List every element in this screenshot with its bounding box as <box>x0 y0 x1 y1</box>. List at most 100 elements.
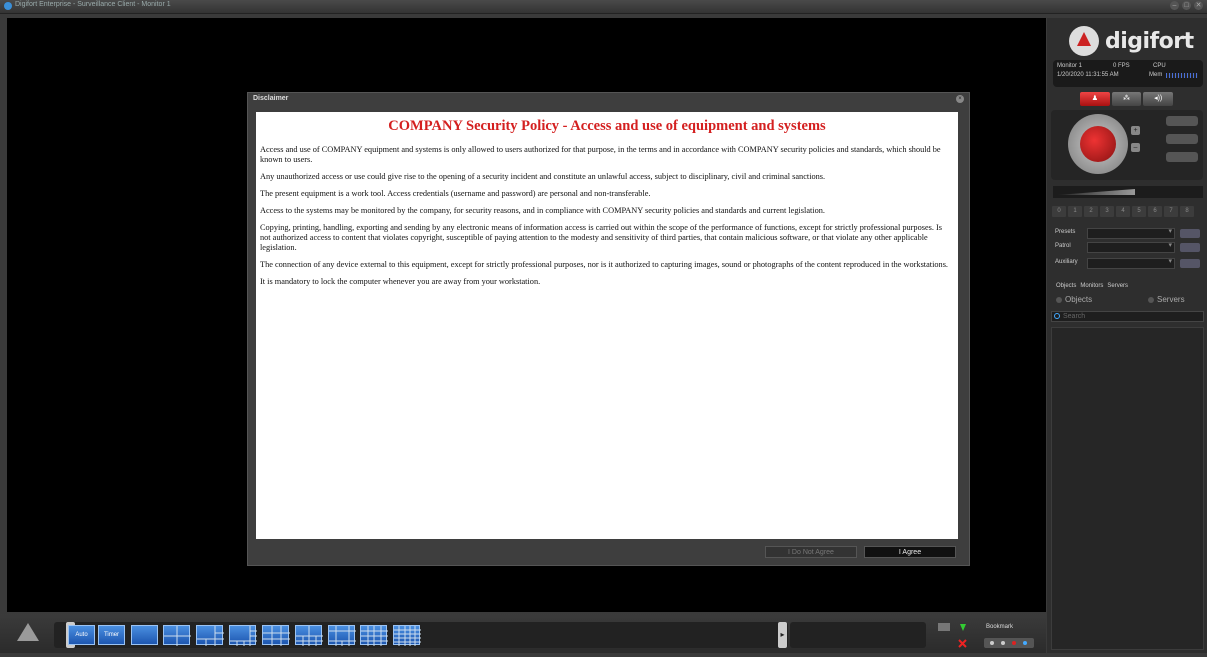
preset-button[interactable]: 3 <box>1100 206 1114 217</box>
patrol-label: Patrol <box>1055 243 1071 249</box>
scroll-right-button[interactable]: ▸ <box>778 622 787 648</box>
grid-2plus8-icon <box>296 626 323 646</box>
grid-3x3-icon <box>263 626 290 646</box>
layout-1plus5-button[interactable] <box>196 625 224 646</box>
window-titlebar: Digifort Enterprise - Surveillance Clien… <box>0 0 1207 14</box>
minimize-button[interactable]: – <box>1170 1 1179 10</box>
radio-servers[interactable]: Servers <box>1148 295 1185 304</box>
status-box <box>790 622 926 648</box>
layout-1plus7-button[interactable] <box>229 625 257 646</box>
speed-slider-fill <box>1057 189 1135 195</box>
dialog-content: COMPANY Security Policy - Access and use… <box>256 112 958 539</box>
auxiliary-label: Auxiliary <box>1055 259 1078 265</box>
zoom-in-button[interactable]: + <box>1131 126 1140 135</box>
layout-auto-button[interactable]: Auto <box>68 625 95 645</box>
tab-objects[interactable]: Objects <box>1056 283 1076 289</box>
focus-control[interactable] <box>1166 116 1198 126</box>
monitor-info-box: Monitor 1 0 FPS CPU 1/20/2020 11:31:55 A… <box>1053 60 1203 87</box>
grid-1plus5-icon <box>197 626 224 646</box>
cpu-label: CPU <box>1153 63 1166 69</box>
search-placeholder: Search <box>1063 313 1086 320</box>
layout-4x4-button[interactable] <box>360 625 388 646</box>
agree-button[interactable]: I Agree <box>864 546 956 558</box>
auxiliary-row: Auxiliary <box>1052 257 1204 269</box>
tab-servers[interactable]: Servers <box>1107 283 1128 289</box>
layout-2x2-button[interactable] <box>163 625 191 646</box>
object-tree[interactable] <box>1051 327 1204 650</box>
ptz-control-block: + – <box>1051 110 1203 180</box>
presets-row: Presets <box>1052 227 1204 239</box>
patrol-select[interactable] <box>1087 241 1175 253</box>
ptz-joystick[interactable] <box>1068 114 1128 174</box>
zoom-out-button[interactable]: – <box>1131 143 1140 152</box>
layout-3x3-button[interactable] <box>262 625 290 646</box>
policy-heading: COMPANY Security Policy - Access and use… <box>388 118 826 134</box>
patrol-action-buttons[interactable] <box>1180 243 1200 252</box>
app-icon <box>4 2 12 10</box>
policy-paragraph: The connection of any device external to… <box>260 260 948 269</box>
disagree-button[interactable]: I Do Not Agree <box>765 546 857 558</box>
presets-label: Presets <box>1055 229 1076 235</box>
dialog-title: Disclaimer <box>253 95 289 102</box>
layout-2plus8-button[interactable] <box>295 625 323 646</box>
policy-paragraph: Any unauthorized access or use could giv… <box>260 172 826 181</box>
right-panel: digifort Monitor 1 0 FPS CPU 1/20/2020 1… <box>1047 18 1207 653</box>
grid-1plus7-icon <box>230 626 257 646</box>
preset-button[interactable]: 6 <box>1148 206 1162 217</box>
auxiliary-select[interactable] <box>1087 257 1175 269</box>
monitor-name: Monitor 1 <box>1057 63 1083 69</box>
radio-objects[interactable]: Objects <box>1056 295 1092 304</box>
preset-button[interactable]: 4 <box>1116 206 1130 217</box>
search-icon <box>1054 313 1060 319</box>
object-tabs: Objects Monitors Servers <box>1056 283 1128 289</box>
dialog-close-icon[interactable]: × <box>956 95 964 103</box>
window-controls: – □ ✕ <box>1170 1 1203 10</box>
radio-servers-label: Servers <box>1157 295 1185 304</box>
policy-paragraph: Access to the systems may be monitored b… <box>260 206 825 215</box>
disclaimer-dialog: Disclaimer × COMPANY Security Policy - A… <box>247 92 970 566</box>
presets-action-buttons[interactable] <box>1180 229 1200 238</box>
object-type-radios: Objects Servers <box>1056 295 1201 304</box>
radio-objects-label: Objects <box>1065 295 1093 304</box>
eject-icon[interactable] <box>17 623 39 641</box>
home-control[interactable] <box>1166 152 1198 162</box>
preset-button[interactable]: 2 <box>1084 206 1098 217</box>
tab-ptz-icon[interactable]: ♟ <box>1080 92 1110 106</box>
iris-control[interactable] <box>1166 134 1198 144</box>
policy-paragraph: Copying, printing, handling, exporting a… <box>260 223 943 252</box>
preset-button[interactable]: 1 <box>1068 206 1082 217</box>
mem-meter <box>1166 73 1198 78</box>
tab-monitors[interactable]: Monitors <box>1080 283 1103 289</box>
search-input[interactable]: Search <box>1051 311 1204 322</box>
preset-button[interactable]: 5 <box>1132 206 1146 217</box>
policy-paragraph: It is mandatory to lock the computer whe… <box>260 277 541 286</box>
bookmark-area: Bookmark <box>932 620 1042 657</box>
camera-icon <box>938 623 950 631</box>
auxiliary-action-buttons[interactable] <box>1180 259 1200 268</box>
tab-audio-icon[interactable]: ◂)) <box>1143 92 1174 106</box>
layout-1x1-button[interactable] <box>131 625 158 645</box>
maximize-button[interactable]: □ <box>1182 1 1191 10</box>
layout-1plus12-button[interactable] <box>328 625 356 646</box>
tab-group-icon[interactable]: ⁂ <box>1111 92 1142 106</box>
preset-button[interactable]: 7 <box>1164 206 1178 217</box>
layout-5x5-button[interactable] <box>393 625 421 646</box>
preset-button[interactable]: 0 <box>1052 206 1066 217</box>
bottom-toolbar: ◂ Auto Timer ▸ Bookmark <box>0 614 1046 653</box>
datetime: 1/20/2020 11:31:55 AM <box>1057 72 1119 78</box>
presets-select[interactable] <box>1087 227 1175 239</box>
logo-icon <box>1069 26 1099 56</box>
check-icon <box>960 624 966 631</box>
radio-dot-icon <box>1148 296 1154 303</box>
speed-slider[interactable] <box>1053 186 1203 198</box>
policy-paragraph: The present equipment is a work tool. Ac… <box>260 189 651 198</box>
close-button[interactable]: ✕ <box>1194 1 1203 10</box>
preset-button[interactable]: 8 <box>1180 206 1194 217</box>
layout-timer-button[interactable]: Timer <box>98 625 125 645</box>
grid-4x4-icon <box>361 626 388 646</box>
radio-dot-icon <box>1056 296 1062 303</box>
ptz-tabs: ♟ ⁂ ◂)) <box>1080 92 1174 106</box>
cancel-icon <box>958 639 967 648</box>
grid-2x2-icon <box>164 626 191 646</box>
patrol-row: Patrol <box>1052 241 1204 253</box>
